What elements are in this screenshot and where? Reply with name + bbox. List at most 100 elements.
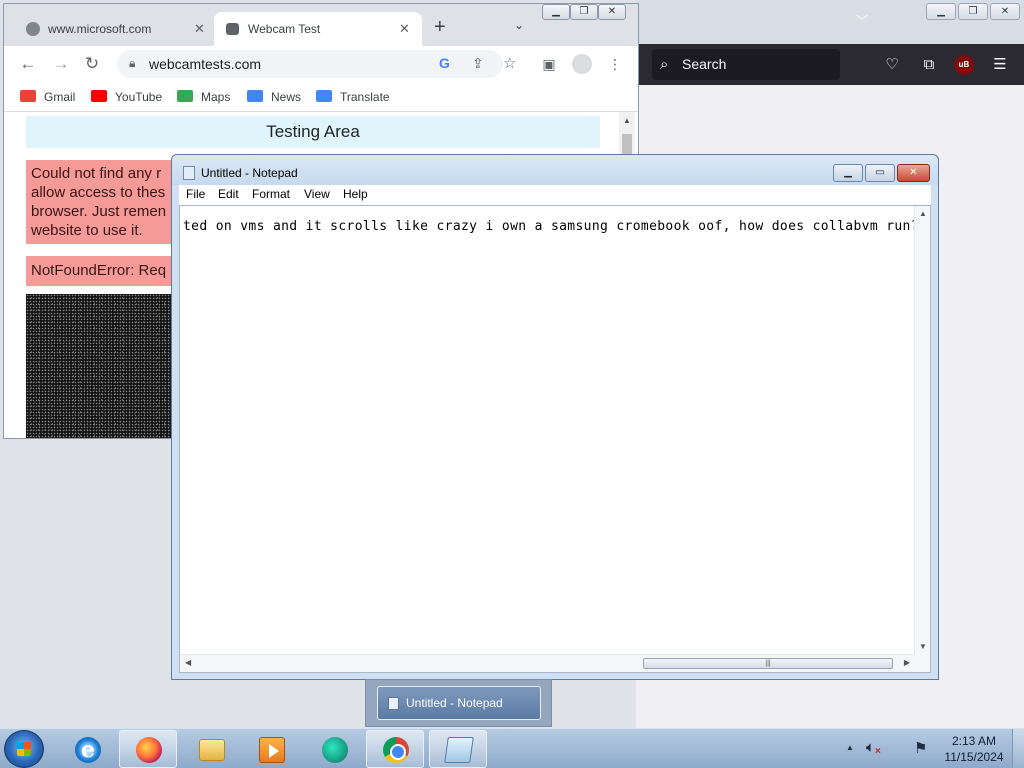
- scroll-left-icon[interactable]: ◀: [185, 658, 191, 667]
- forward-icon[interactable]: →: [51, 54, 71, 74]
- show-hidden-icons-icon[interactable]: ▲: [846, 743, 854, 752]
- scroll-right-icon[interactable]: ▶: [904, 658, 910, 667]
- tab-search-icon[interactable]: ⌄: [514, 18, 524, 32]
- firefox-toolbar: ⌕ Search ♡ ⧉ uB ☰: [636, 44, 1024, 85]
- editor-text[interactable]: ted on vms and it scrolls like crazy i o…: [183, 218, 931, 234]
- scroll-down-icon[interactable]: ▼: [919, 642, 927, 651]
- taskbar-file-explorer[interactable]: [182, 730, 240, 768]
- scroll-up-icon[interactable]: ▲: [919, 209, 927, 218]
- address-bar[interactable]: 🔒︎ webcamtests.com G ⇪ ☆: [117, 50, 516, 78]
- globe-icon: [26, 22, 40, 36]
- chrome-icon: [383, 737, 409, 763]
- media-player-icon: [259, 737, 285, 763]
- menu-icon[interactable]: ☰: [990, 55, 1010, 75]
- windows-logo-icon: [17, 742, 31, 756]
- tab-label: www.microsoft.com: [48, 22, 152, 36]
- new-tab-button[interactable]: +: [434, 16, 446, 39]
- resize-grip[interactable]: [914, 654, 930, 672]
- minimize-button[interactable]: ▁: [542, 4, 570, 20]
- scrollbar-thumb[interactable]: [622, 134, 632, 156]
- notepad-icon: [444, 737, 474, 763]
- pocket-icon[interactable]: ♡: [882, 55, 902, 75]
- menu-file[interactable]: File: [186, 187, 205, 201]
- reload-icon[interactable]: ↻: [82, 54, 102, 74]
- internet-explorer-icon: e: [75, 737, 101, 763]
- system-clock[interactable]: 2:13 AM 11/15/2024: [940, 733, 1008, 765]
- bookmark-gmail[interactable]: Gmail: [20, 88, 75, 106]
- mute-x-icon: ×: [875, 746, 881, 757]
- volume-muted-icon[interactable]: 🔈︎ ×: [866, 739, 881, 757]
- taskbar-chrome[interactable]: [366, 730, 424, 768]
- taskbar-edge[interactable]: [305, 730, 363, 768]
- omnibar: ← → ↻ 🔒︎ webcamtests.com G ⇪ ☆ ▣ ⋮: [4, 46, 638, 82]
- taskbar-media-player[interactable]: [242, 730, 300, 768]
- webcam-icon: [226, 23, 239, 35]
- tab-strip: www.microsoft.com ✕ Webcam Test ✕ + ⌄ ▁ …: [4, 4, 638, 46]
- taskbar-notepad[interactable]: [429, 730, 487, 768]
- chevron-down-icon[interactable]: ﹀: [856, 12, 868, 29]
- firefox-icon: [136, 737, 162, 763]
- thumbnail-notepad[interactable]: Untitled - Notepad: [377, 686, 541, 720]
- bookmark-translate[interactable]: Translate: [316, 88, 390, 106]
- lock-icon[interactable]: 🔒︎: [129, 56, 135, 71]
- close-tab-icon[interactable]: ✕: [399, 12, 410, 46]
- folder-icon: [199, 739, 225, 761]
- menu-view[interactable]: View: [304, 187, 330, 201]
- bookmarks-bar: Gmail YouTube Maps News Translate: [4, 82, 638, 112]
- taskbar-internet-explorer[interactable]: e: [58, 730, 116, 768]
- vertical-scrollbar[interactable]: ▲ ▼: [914, 206, 930, 654]
- notepad-window[interactable]: Untitled - Notepad ▁ ▭ ✕ File Edit Forma…: [171, 154, 939, 680]
- horizontal-scrollbar[interactable]: ◀ ||| ▶: [180, 654, 914, 672]
- close-tab-icon[interactable]: ✕: [194, 12, 205, 46]
- action-center-flag-icon[interactable]: ⚑: [914, 739, 927, 757]
- back-icon[interactable]: ←: [18, 54, 38, 74]
- close-button[interactable]: ✕: [598, 4, 626, 20]
- webcam-preview: [26, 294, 174, 438]
- clock-date: 11/15/2024: [944, 750, 1004, 764]
- minimize-button[interactable]: ▁: [833, 164, 863, 182]
- restore-button[interactable]: ❐: [570, 4, 598, 20]
- ublock-icon[interactable]: uB: [954, 55, 974, 75]
- firefox-titlebar[interactable]: ﹀ ▁ ❐ ✕: [636, 0, 1024, 44]
- close-button[interactable]: ✕: [990, 3, 1020, 20]
- scroll-up-icon[interactable]: ▲: [623, 116, 631, 125]
- taskbar-firefox[interactable]: [119, 730, 177, 768]
- tab-webcam-test[interactable]: Webcam Test ✕: [214, 12, 422, 46]
- menu-help[interactable]: Help: [343, 187, 368, 201]
- search-input[interactable]: ⌕ Search: [652, 49, 840, 80]
- text-editor[interactable]: ted on vms and it scrolls like crazy i o…: [179, 205, 931, 673]
- thumbnail-label: Untitled - Notepad: [406, 696, 503, 710]
- minimize-button[interactable]: ▁: [926, 3, 956, 20]
- taskbar: e ▲ 🔈︎ × ⚑ 2:13 AM 11/15/2024: [0, 728, 1024, 768]
- restore-button[interactable]: ❐: [958, 3, 988, 20]
- editor-content[interactable]: ted on vms and it scrolls like crazy i o…: [183, 219, 927, 234]
- start-button[interactable]: [4, 730, 44, 768]
- testing-area-heading: Testing Area: [26, 116, 600, 148]
- bookmark-maps[interactable]: Maps: [177, 88, 230, 106]
- notepad-icon: [183, 166, 195, 180]
- menu-edit[interactable]: Edit: [218, 187, 239, 201]
- profile-avatar-icon[interactable]: [572, 54, 592, 74]
- tab-microsoft[interactable]: www.microsoft.com ✕: [14, 12, 214, 46]
- notepad-icon: [388, 697, 399, 710]
- menu-format[interactable]: Format: [252, 187, 290, 201]
- bookmark-star-icon[interactable]: ☆: [503, 54, 516, 72]
- horizontal-scrollbar-thumb[interactable]: |||: [643, 658, 893, 669]
- news-icon: [247, 90, 263, 102]
- more-menu-icon[interactable]: ⋮: [606, 55, 624, 73]
- google-lens-icon[interactable]: G: [439, 55, 450, 71]
- bookmark-youtube[interactable]: YouTube: [91, 88, 162, 106]
- translate-icon: [316, 90, 332, 102]
- youtube-icon: [91, 90, 107, 102]
- bookmark-news[interactable]: News: [247, 88, 301, 106]
- close-button[interactable]: ✕: [897, 164, 930, 182]
- maximize-button[interactable]: ▭: [865, 164, 895, 182]
- extensions-icon[interactable]: ⧉: [919, 55, 939, 75]
- url-text[interactable]: webcamtests.com: [149, 50, 261, 78]
- window-title: Untitled - Notepad: [201, 166, 298, 180]
- menu-bar: File Edit Format View Help: [179, 185, 931, 205]
- notepad-titlebar[interactable]: Untitled - Notepad ▁ ▭ ✕: [172, 155, 938, 185]
- show-desktop-button[interactable]: [1012, 729, 1024, 768]
- share-icon[interactable]: ⇪: [472, 55, 484, 72]
- side-panel-icon[interactable]: ▣: [540, 55, 558, 73]
